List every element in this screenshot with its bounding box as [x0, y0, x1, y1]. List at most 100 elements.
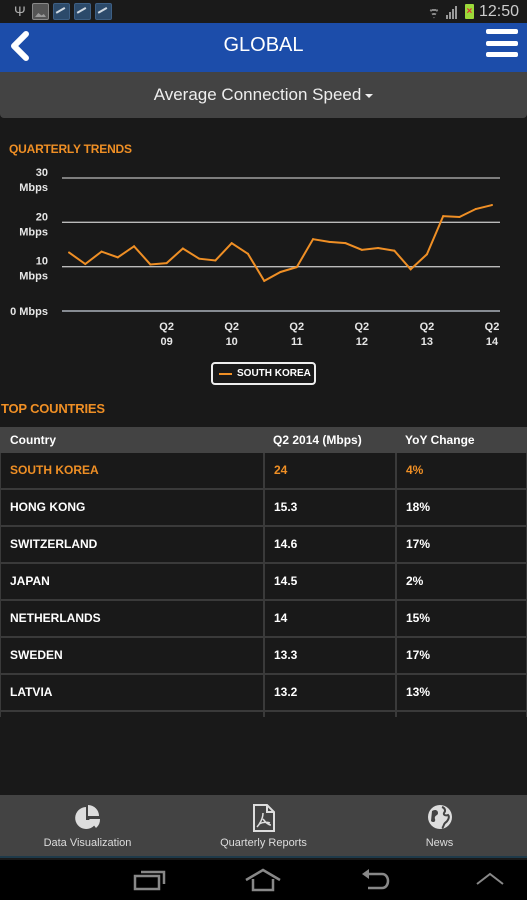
top-countries-table: Country Q2 2014 (Mbps) YoY Change SOUTH … [0, 427, 527, 717]
data-point [165, 262, 168, 265]
hamburger-menu-icon [486, 29, 518, 34]
chevron-left-icon [11, 31, 29, 61]
table-row[interactable]: HONG KONG 15.3 18% [0, 490, 527, 527]
speed-cell: 14 [263, 601, 395, 636]
legend-swatch [219, 372, 232, 375]
y-tick-label: 30 Mbps [19, 167, 48, 194]
nav-label: News [425, 837, 454, 849]
data-point [181, 247, 184, 250]
app-notification-icon [74, 3, 91, 20]
data-point [295, 266, 298, 269]
gallery-icon [32, 3, 49, 20]
data-point [279, 270, 282, 273]
speed-cell: 14.5 [263, 564, 395, 599]
nav-label: Quarterly Reports [220, 837, 307, 849]
legend-label: SOUTH KOREA [237, 368, 311, 379]
data-point [377, 247, 380, 250]
speed-cell: 13.2 [263, 675, 395, 710]
data-point [246, 252, 249, 255]
data-point [214, 259, 217, 262]
app-notification-icon [95, 3, 112, 20]
bottom-navigation: Data Visualization Quarterly Reports New… [0, 795, 527, 858]
chart-legend[interactable]: SOUTH KOREA [211, 362, 316, 385]
status-bar: Ψ 12:50 [0, 0, 527, 23]
pdf-document-icon [252, 804, 275, 832]
battery-icon [464, 4, 474, 19]
back-button[interactable] [6, 29, 36, 65]
table-row[interactable]: SWITZERLAND 14.6 17% [0, 527, 527, 564]
clock: 12:50 [478, 3, 519, 20]
data-point [328, 240, 331, 243]
yoy-change-cell: 4% [395, 453, 527, 488]
metric-dropdown[interactable]: Average Connection Speed [0, 72, 527, 118]
data-point [263, 279, 266, 282]
country-cell: JAPAN [0, 564, 263, 599]
speed-cell: 13.3 [263, 638, 395, 673]
caret-down-icon [365, 93, 374, 98]
y-tick-label: 20 Mbps [19, 211, 48, 238]
data-point [84, 263, 87, 266]
app-bar: GLOBAL [0, 23, 527, 72]
nav-news[interactable]: News [352, 795, 527, 858]
home-icon[interactable] [244, 868, 282, 892]
system-status: 12:50 [427, 2, 519, 21]
yoy-change-cell: 13% [395, 675, 527, 710]
nav-quarterly-reports[interactable]: Quarterly Reports [176, 795, 351, 858]
chevron-up-icon[interactable] [475, 868, 505, 888]
back-icon[interactable] [360, 868, 394, 892]
table-header: Country Q2 2014 (Mbps) YoY Change [0, 427, 527, 453]
table-row[interactable]: JAPAN 14.5 2% [0, 564, 527, 601]
system-navigation-bar [0, 860, 527, 900]
data-point [409, 268, 412, 271]
data-point [458, 216, 461, 219]
column-header-yoy: YoY Change [405, 433, 475, 447]
table-row[interactable]: SWEDEN 13.3 17% [0, 638, 527, 675]
x-tick-label: Q2 14 [485, 321, 500, 348]
data-point [230, 242, 233, 245]
nav-data-visualization[interactable]: Data Visualization [0, 795, 175, 858]
nav-label: Data Visualization [43, 837, 132, 849]
quarterly-trends-title: QUARTERLY TRENDS [9, 142, 132, 156]
data-point [116, 256, 119, 259]
yoy-change-cell: 18% [395, 490, 527, 525]
top-countries-title: TOP COUNTRIES [1, 401, 105, 416]
speed-cell: 15.3 [263, 490, 395, 525]
metric-dropdown-value: Average Connection Speed [153, 85, 362, 104]
data-point [149, 263, 152, 266]
page-title: GLOBAL [223, 34, 304, 56]
recent-apps-icon[interactable] [133, 868, 167, 892]
x-tick-label: Q2 10 [224, 321, 239, 348]
yoy-change-cell: 17% [395, 527, 527, 562]
yoy-change-cell: 17% [395, 638, 527, 673]
country-cell: SWEDEN [0, 638, 263, 673]
menu-button[interactable] [486, 28, 518, 58]
country-cell: SOUTH KOREA [0, 453, 263, 488]
data-point [393, 249, 396, 252]
data-point [491, 204, 493, 207]
country-cell: LATVIA [0, 675, 263, 710]
notification-icons: Ψ [14, 3, 112, 20]
data-point [344, 242, 347, 245]
app-notification-icon [53, 3, 70, 20]
globe-icon [427, 805, 452, 829]
table-row-partial [0, 712, 527, 717]
yoy-change-cell: 15% [395, 601, 527, 636]
column-header-country: Country [10, 433, 56, 447]
data-point [133, 245, 136, 248]
speed-cell: 14.6 [263, 527, 395, 562]
x-tick-label: Q2 09 [159, 321, 174, 348]
data-point [100, 250, 103, 253]
quarterly-trends-chart: 30 Mbps 20 Mbps 10 Mbps 0 Mbps Q2 09 Q2 10 Q2 11 Q2 1… [10, 167, 500, 348]
table-row[interactable]: LATVIA 13.2 13% [0, 675, 527, 712]
x-tick-label: Q2 13 [420, 321, 435, 348]
y-tick-label: 10 Mbps [19, 256, 48, 283]
table-row[interactable]: NETHERLANDS 14 15% [0, 601, 527, 638]
data-point [68, 251, 70, 254]
table-row[interactable]: SOUTH KOREA 24 4% [0, 453, 527, 490]
y-tick-label: 0 Mbps [10, 306, 48, 318]
series-line-south-korea [68, 204, 493, 283]
data-point [360, 248, 363, 251]
speed-cell: 24 [263, 453, 395, 488]
data-point [474, 208, 477, 211]
country-cell: SWITZERLAND [0, 527, 263, 562]
